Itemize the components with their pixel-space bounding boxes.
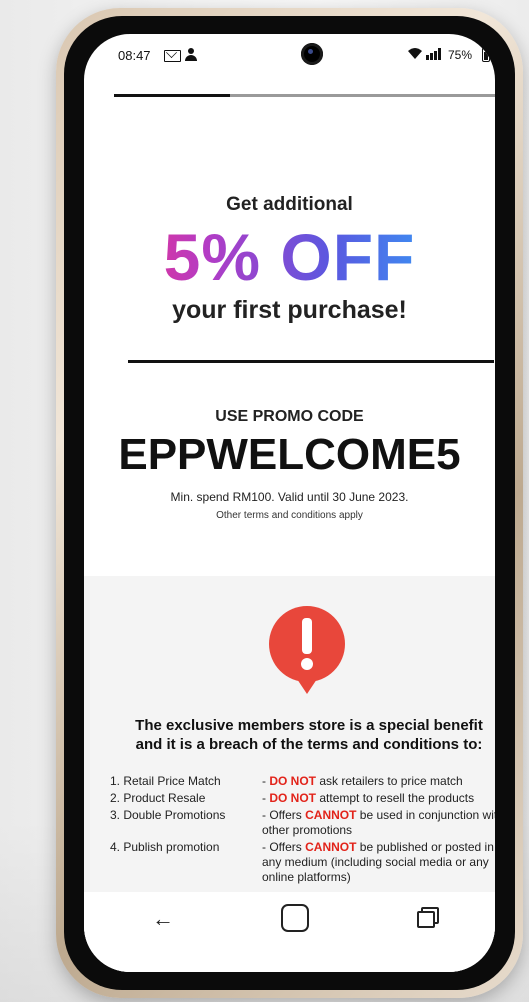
- promo-code-label: USE PROMO CODE: [215, 408, 364, 425]
- battery-icon: [482, 47, 490, 62]
- rule-highlight: DO NOT: [269, 791, 317, 805]
- phone-frame: 08:47 75% Get additional 5% OFF your fir…: [56, 8, 523, 998]
- promo-subheadline: your first purchase!: [172, 296, 407, 324]
- recent-apps-icon[interactable]: [417, 907, 439, 928]
- rule-item: 4. Publish promotion - Offers CANNOT be …: [110, 840, 495, 885]
- story-progress-bar: [114, 94, 495, 97]
- battery-percent: 75%: [448, 48, 473, 62]
- rule-name: 3. Double Promotions: [110, 808, 226, 822]
- promo-headline: Get additional: [226, 194, 353, 215]
- status-bar: 08:47 75%: [84, 34, 495, 74]
- rule-description: - Offers CANNOT be used in conjunction w…: [262, 808, 495, 838]
- rule-description: - DO NOT attempt to resell the products: [262, 791, 495, 806]
- rules-list: 1. Retail Price Match - DO NOT ask retai…: [110, 774, 495, 887]
- status-time: 08:47: [118, 48, 151, 63]
- min-spend-text: Min. spend RM100. Valid until 30 June 20…: [170, 490, 409, 504]
- promo-code: EPPWELCOME5: [118, 430, 461, 479]
- rule-rest: ask retailers to price match: [316, 774, 463, 788]
- rule-item: 3. Double Promotions - Offers CANNOT be …: [110, 808, 495, 838]
- rule-prefix: - Offers: [262, 808, 306, 822]
- home-icon[interactable]: [281, 904, 309, 932]
- mail-icon: [164, 50, 181, 62]
- terms-note: Other terms and conditions apply: [216, 510, 363, 521]
- wifi-icon: [407, 46, 423, 60]
- front-camera-icon: [301, 43, 323, 65]
- warning-title-line2: and it is a breach of the terms and cond…: [135, 736, 483, 753]
- divider: [128, 360, 494, 363]
- rule-description: - Offers CANNOT be published or posted i…: [262, 840, 495, 885]
- warning-alert-icon: [269, 606, 345, 694]
- rule-prefix: - Offers: [262, 840, 306, 854]
- warning-title: The exclusive members store is a special…: [106, 716, 495, 754]
- story-progress-fill: [114, 94, 231, 97]
- rule-name: 1. Retail Price Match: [110, 774, 221, 788]
- rule-rest: attempt to resell the products: [316, 791, 475, 805]
- rule-item: 2. Product Resale - DO NOT attempt to re…: [110, 791, 495, 806]
- rule-name: 4. Publish promotion: [110, 840, 220, 854]
- person-icon: [184, 48, 198, 62]
- signal-icon: [426, 48, 444, 60]
- warning-title-line1: The exclusive members store is a special…: [135, 717, 483, 734]
- rule-description: - DO NOT ask retailers to price match: [262, 774, 495, 789]
- phone-screen: 08:47 75% Get additional 5% OFF your fir…: [84, 34, 495, 972]
- rule-item: 1. Retail Price Match - DO NOT ask retai…: [110, 774, 495, 789]
- rule-highlight: CANNOT: [305, 840, 357, 854]
- back-arrow-icon[interactable]: ←: [152, 906, 174, 932]
- rule-name: 2. Product Resale: [110, 791, 206, 805]
- phone-bezel: 08:47 75% Get additional 5% OFF your fir…: [64, 16, 515, 990]
- rule-highlight: CANNOT: [305, 808, 357, 822]
- discount-text: 5% OFF: [84, 222, 495, 292]
- rule-highlight: DO NOT: [269, 774, 317, 788]
- navigation-bar: ←: [84, 892, 495, 972]
